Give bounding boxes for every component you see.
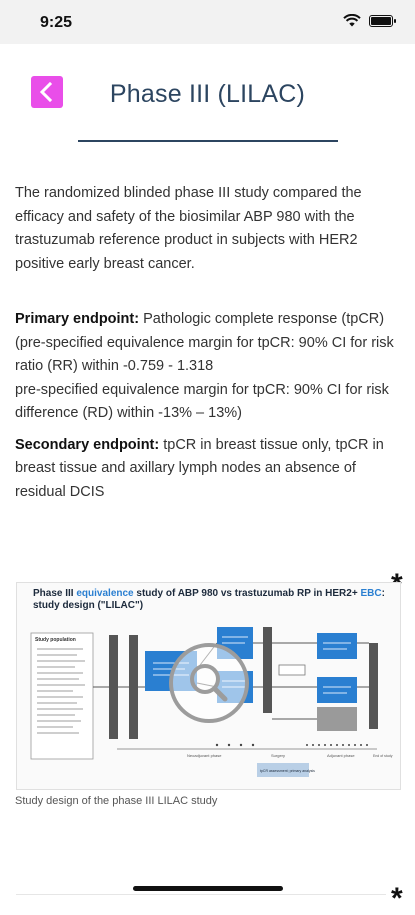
study-design-diagram: Study population Neoadjuvant phase Surge… bbox=[30, 627, 393, 777]
title-underline bbox=[78, 140, 338, 142]
endpoints-section: Primary endpoint: Pathologic complete re… bbox=[15, 308, 400, 504]
asterisk-marker-bottom: * bbox=[391, 882, 403, 915]
bottom-divider bbox=[16, 894, 386, 895]
primary-endpoint-label: Primary endpoint: bbox=[15, 311, 140, 327]
intro-text: The randomized blinded phase III study c… bbox=[15, 185, 362, 272]
study-design-figure[interactable]: Phase III equivalence study of ABP 980 v… bbox=[16, 582, 401, 790]
zoom-overlay[interactable] bbox=[169, 643, 249, 723]
page-title: Phase III (LILAC) bbox=[109, 80, 306, 108]
primary-endpoint-rd: pre-specified equivalence margin for tpC… bbox=[15, 381, 389, 422]
wifi-icon bbox=[343, 14, 361, 27]
secondary-endpoint: Secondary endpoint: tpCR in breast tissu… bbox=[15, 434, 400, 505]
status-bar: 9:25 bbox=[0, 0, 415, 44]
primary-endpoint-text: Pathologic complete response (tpCR) bbox=[139, 311, 385, 327]
study-population-label: Study population bbox=[35, 637, 76, 643]
status-time: 9:25 bbox=[40, 14, 73, 31]
secondary-endpoint-label: Secondary endpoint: bbox=[15, 436, 160, 453]
status-icons bbox=[343, 14, 396, 27]
endpoint-box-label: tpCR assessment; primary analysis bbox=[260, 769, 315, 773]
end-of-study-label: End of study bbox=[373, 754, 393, 758]
battery-icon bbox=[369, 14, 396, 27]
adjuvant-phase-label: Adjuvant phase bbox=[327, 753, 355, 758]
surgery-label: Surgery bbox=[271, 753, 285, 758]
neoadjuvant-phase-label: Neoadjuvant phase bbox=[187, 753, 222, 758]
figure-caption: Study design of the phase III LILAC stud… bbox=[15, 795, 218, 807]
primary-endpoint-rr: (pre-specified equivalence margin for tp… bbox=[15, 334, 394, 375]
primary-endpoint: Primary endpoint: Pathologic complete re… bbox=[15, 308, 400, 332]
home-indicator[interactable] bbox=[133, 886, 283, 891]
